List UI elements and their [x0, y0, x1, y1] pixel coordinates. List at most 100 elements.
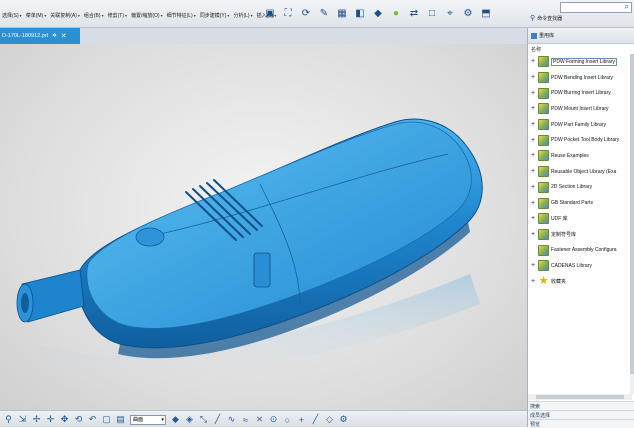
expand-icon[interactable]: + — [528, 152, 538, 159]
menu-combine[interactable]: 组合(B) ▾ — [82, 9, 106, 21]
layers-icon[interactable]: ◧ — [352, 5, 368, 21]
center-icon[interactable]: ⊙ — [267, 413, 280, 426]
layer-icon[interactable]: ▤ — [114, 413, 127, 426]
refresh-icon[interactable]: ⟳ — [298, 5, 314, 21]
command-finder[interactable]: ⚲ 命令查找器 — [530, 14, 562, 22]
plus-icon[interactable]: + — [295, 413, 308, 426]
search-input[interactable]: ⌕ — [560, 2, 632, 13]
undo-icon[interactable]: ↶ — [86, 413, 99, 426]
list-item[interactable]: + PDW Forming Insert Library — [528, 54, 632, 70]
brush-icon[interactable]: ✎ — [316, 5, 332, 21]
list-item[interactable]: Fastener Assembly Configura — [528, 242, 632, 258]
library-icon — [538, 56, 549, 68]
model-render — [16, 118, 483, 381]
sphere-icon[interactable]: ● — [388, 5, 404, 21]
list-item[interactable]: + ★ 收藏夹 — [528, 274, 632, 290]
select-icon[interactable]: ⇲ — [16, 413, 29, 426]
list-item[interactable]: + Reuse Examples — [528, 148, 632, 164]
close-icon[interactable]: ✕ — [61, 32, 67, 40]
expand-icon[interactable]: + — [528, 90, 538, 97]
library-icon — [538, 197, 549, 209]
expand-icon[interactable]: + — [528, 200, 538, 207]
library-icon — [538, 87, 549, 99]
search-section[interactable]: 搜索 — [528, 401, 634, 410]
view-icon[interactable]: ⬒ — [478, 5, 494, 21]
selection-filter-dropdown[interactable]: 曲面 ▾ — [130, 414, 166, 425]
cube-icon[interactable]: ◆ — [169, 413, 182, 426]
panel-title: 重用库 — [539, 33, 555, 39]
arrow-icon[interactable]: ⇄ — [406, 5, 422, 21]
coord-icon[interactable]: ⌖ — [442, 5, 458, 21]
member-select-section[interactable]: 成员选择 — [528, 410, 634, 419]
expand-icon[interactable]: + — [528, 137, 538, 144]
graphics-viewport[interactable] — [0, 44, 527, 410]
menu-associative-copy[interactable]: 关联复制(A) ▾ — [48, 9, 82, 21]
curve-icon[interactable]: ∿ — [225, 413, 238, 426]
list-item[interactable]: + PDW Part Family Library — [528, 117, 632, 133]
library-list: + PDW Forming Insert Library + PDW Bending… — [528, 54, 632, 289]
filter-icon[interactable]: ⚲ — [2, 413, 15, 426]
star-icon: ★ — [538, 274, 549, 287]
move-icon[interactable]: ✥ — [58, 413, 71, 426]
line-icon[interactable]: ╱ — [211, 413, 224, 426]
scroll-thumb[interactable] — [536, 395, 624, 399]
menu-trim[interactable]: 修剪(T) ▾ — [106, 9, 129, 21]
expand-icon[interactable]: + — [528, 215, 538, 222]
cube-icon[interactable]: ◈ — [183, 413, 196, 426]
menu-select[interactable]: 选择(S) ▾ — [0, 9, 24, 21]
rotate-icon[interactable]: ⟲ — [72, 413, 85, 426]
point-icon[interactable]: ✛ — [44, 413, 57, 426]
menu-analysis[interactable]: 分析(L) ▾ — [231, 9, 254, 21]
list-item[interactable]: + GB Standard Parts — [528, 195, 632, 211]
expand-icon[interactable]: + — [528, 168, 538, 175]
file-tab[interactable]: D-170L-180912.prt ✲ ✕ — [0, 28, 80, 44]
column-header-name: 名称 — [531, 46, 542, 53]
list-item[interactable]: + 定制符号库 — [528, 227, 632, 243]
menu-offset-scale[interactable]: 偏置/缩放(O) ▾ — [129, 9, 165, 21]
file-tab-bar: D-170L-180912.prt ✲ ✕ — [0, 28, 527, 44]
scroll-thumb[interactable] — [630, 54, 634, 374]
circle-icon[interactable]: ○ — [281, 413, 294, 426]
expand-icon[interactable]: + — [528, 262, 538, 269]
snap-icon[interactable]: ⤡ — [197, 413, 210, 426]
line-icon[interactable]: ╱ — [309, 413, 322, 426]
expand-icon[interactable]: + — [528, 184, 538, 191]
list-item[interactable]: + PDW Bending Insert Library — [528, 70, 632, 86]
expand-icon[interactable]: + — [528, 278, 538, 285]
expand-icon[interactable]: + — [528, 231, 538, 238]
cube-icon[interactable]: ◆ — [370, 5, 386, 21]
library-icon — [538, 213, 549, 225]
panel-horizontal-scrollbar[interactable] — [528, 394, 632, 400]
fit-icon[interactable]: ⛶ — [280, 5, 296, 21]
main-toolbar: 选择(S) ▾ 菜单(M) ▾ 关联复制(A) ▾ 组合(B) ▾ 修剪(T) ▾ 偏置/… — [0, 0, 634, 28]
expand-icon[interactable]: + — [528, 58, 538, 65]
list-item[interactable]: +2D Section Library — [528, 180, 632, 196]
list-item[interactable]: + Reusable Object Library (Exa — [528, 164, 632, 180]
curve-icon[interactable]: ≈ — [239, 413, 252, 426]
list-item[interactable]: + UDF 库 — [528, 211, 632, 227]
library-icon — [538, 72, 549, 84]
menu-detail-feature[interactable]: 细节特征(L) ▾ — [165, 9, 198, 21]
expand-icon[interactable]: + — [528, 121, 538, 128]
list-item[interactable]: + CADENAS Library — [528, 258, 632, 274]
list-item[interactable]: + PDW Pocket Tool Body Library — [528, 132, 632, 148]
move-icon[interactable]: ✢ — [30, 413, 43, 426]
library-icon — [538, 119, 549, 131]
menu-sync-modeling[interactable]: 同步建模(Y) ▾ — [198, 9, 232, 21]
expand-icon[interactable]: + — [528, 74, 538, 81]
square-icon[interactable]: ▣ — [262, 5, 278, 21]
list-item[interactable]: + PDW Burring Insert Library — [528, 85, 632, 101]
menu-menu[interactable]: 菜单(M) ▾ — [24, 9, 49, 21]
chevron-down-icon: ▾ — [161, 416, 164, 423]
grid-icon[interactable]: ▦ — [334, 5, 350, 21]
gear-icon[interactable]: ⚙ — [460, 5, 476, 21]
settings-icon[interactable]: ⚙ — [337, 413, 350, 426]
intersect-icon[interactable]: ⨯ — [253, 413, 266, 426]
box-select-icon[interactable]: ▢ — [100, 413, 113, 426]
panel-vertical-scrollbar[interactable] — [630, 54, 634, 394]
expand-icon[interactable]: + — [528, 105, 538, 112]
pin-icon[interactable]: ✲ — [52, 33, 57, 39]
box-icon[interactable]: □ — [424, 5, 440, 21]
list-item[interactable]: + PDW Mount Insert Library — [528, 101, 632, 117]
face-icon[interactable]: ◇ — [323, 413, 336, 426]
